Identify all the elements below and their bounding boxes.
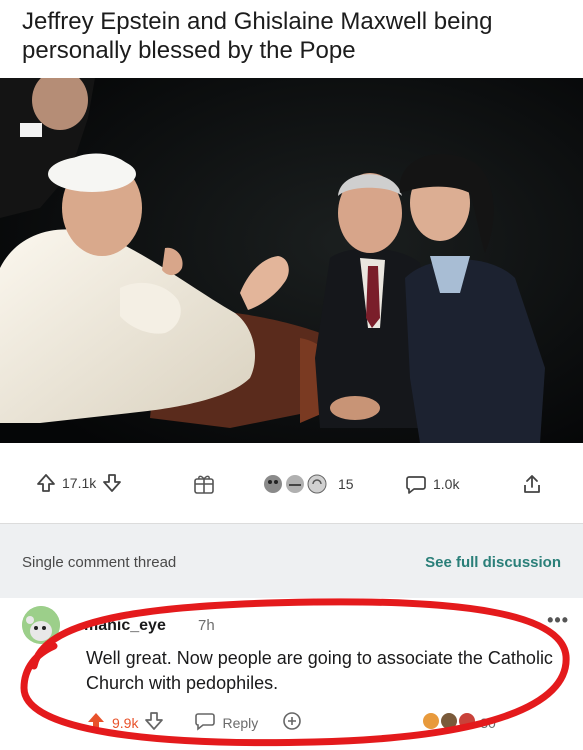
comment: manic_eye 7h ••• Well great. Now people … [0,598,583,750]
post-photo-illustration [0,78,583,443]
reply-button[interactable]: Reply [222,715,258,731]
vote-group: 17.1k [36,473,122,493]
award-button[interactable] [192,473,216,495]
downvote-arrow-icon[interactable] [144,711,164,734]
upvote-arrow-icon[interactable] [36,473,56,493]
comment-awards-count: 30 [480,714,496,731]
post-title[interactable]: Jeffrey Epstein and Ghislaine Maxwell be… [22,7,562,65]
reply-icon[interactable] [194,711,216,734]
share-button[interactable] [521,473,543,495]
more-options-icon[interactable]: ••• [547,610,569,631]
comment-body: Well great. Now people are going to asso… [86,648,553,693]
post-image[interactable] [0,78,583,443]
upvote-arrow-icon[interactable] [86,711,106,734]
award-icon [192,473,216,495]
comment-bubble-icon [405,473,427,495]
award-badges-icon [262,473,336,495]
post-action-bar: 17.1k 15 1.0k [0,443,583,523]
comment-timestamp: 7h [198,617,215,634]
comment-score: 9.9k [112,714,139,731]
downvote-arrow-icon[interactable] [102,473,122,493]
thread-label: Single comment thread [22,554,177,571]
comment-username[interactable]: manic_eye [84,617,166,635]
comment-awards-icon[interactable] [422,711,476,734]
comments-button[interactable]: 1.0k [405,473,465,495]
share-icon [521,473,543,495]
comments-count: 1.0k [433,476,460,492]
see-full-discussion-link[interactable]: See full discussion [425,554,561,571]
award-icon[interactable] [282,711,302,734]
post-score: 17.1k [62,475,97,491]
avatar[interactable] [22,606,60,644]
awards-count: 15 [338,476,354,492]
awards-received[interactable]: 15 [262,473,360,495]
thread-bar: Single comment thread See full discussio… [0,523,583,598]
comment-action-bar: 9.9k Reply 30 [86,711,496,734]
post-header: Jeffrey Epstein and Ghislaine Maxwell be… [0,0,583,78]
